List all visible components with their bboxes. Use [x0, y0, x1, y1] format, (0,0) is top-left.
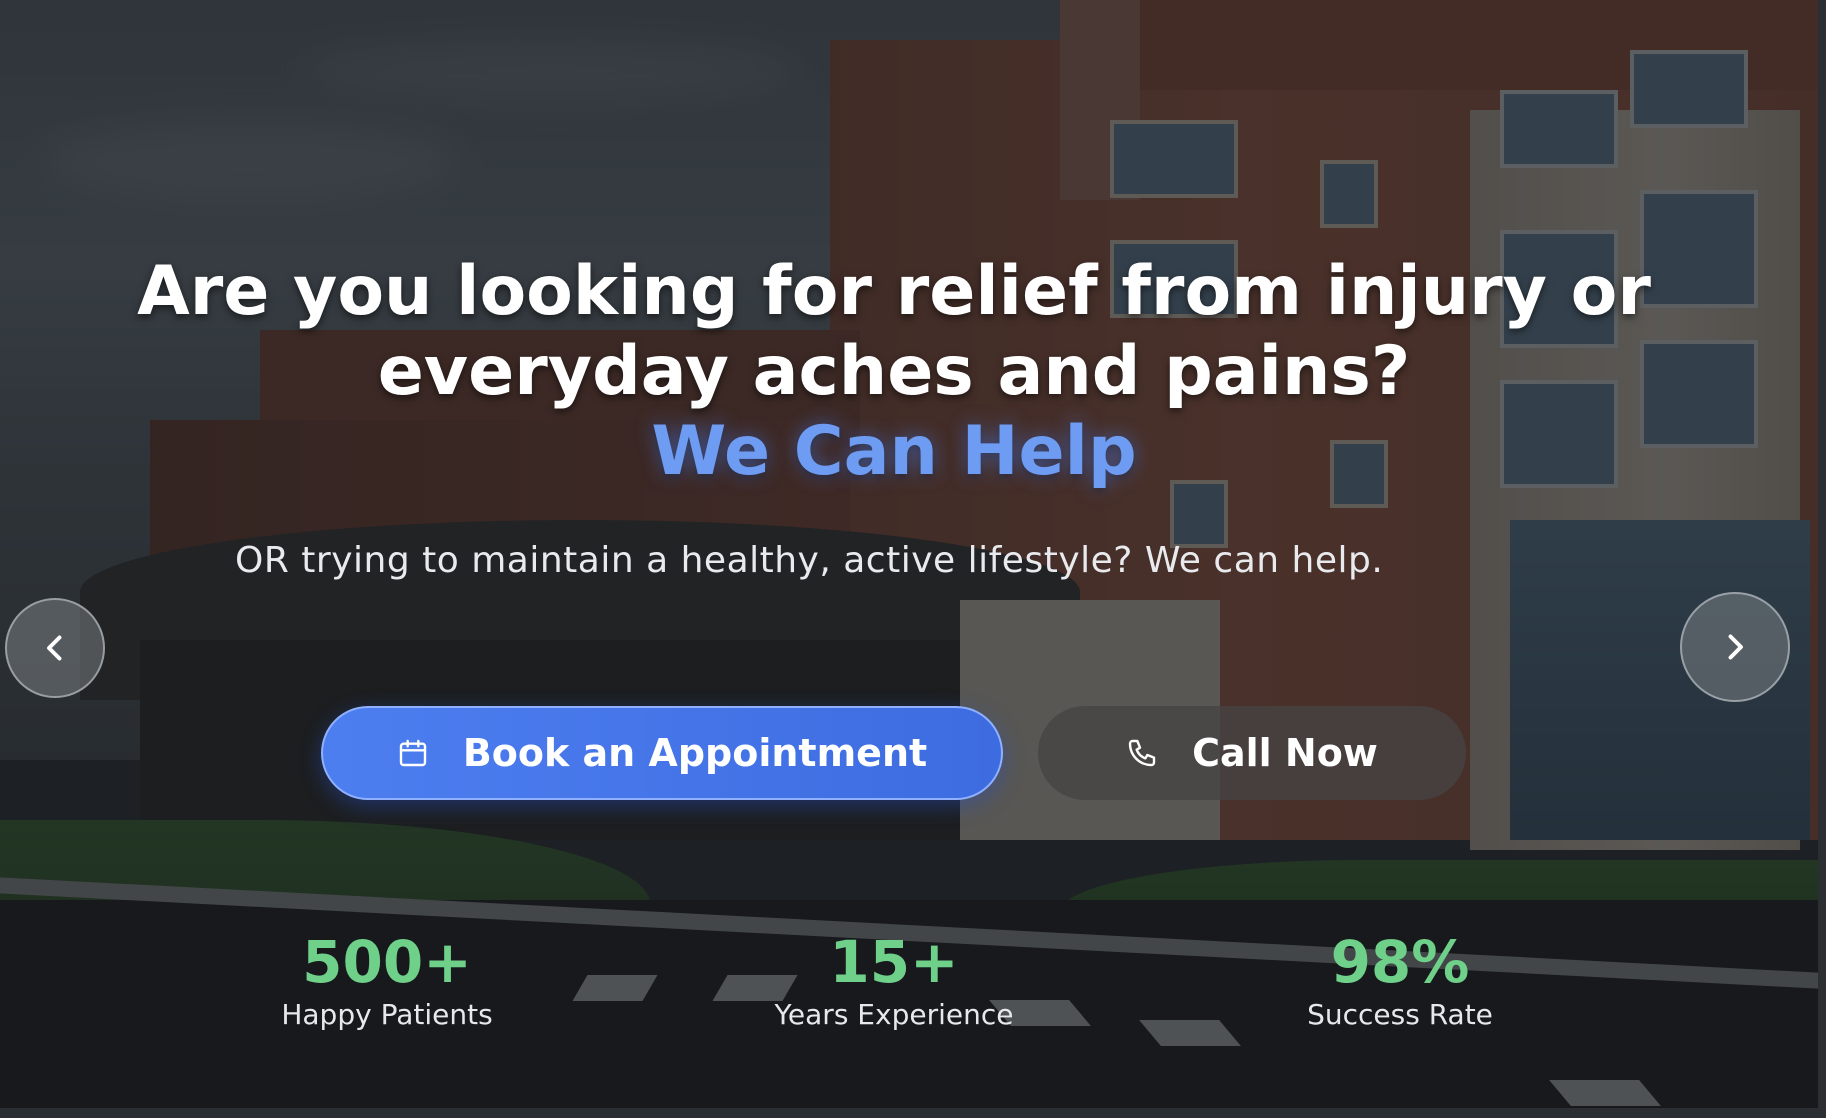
hero-section: Are you looking for relief from injury o… — [0, 0, 1818, 1108]
stat-success-rate: 98% Success Rate — [1220, 930, 1580, 1034]
stat-value: 98% — [1330, 928, 1470, 996]
book-appointment-label: Book an Appointment — [462, 731, 928, 775]
chevron-right-icon — [1717, 629, 1753, 665]
headline-line-1: Are you looking for relief from injury o… — [137, 252, 1651, 331]
stat-years-experience: 15+ Years Experience — [714, 930, 1074, 1034]
hero-subtext: OR trying to maintain a healthy, active … — [235, 540, 1384, 581]
stat-label: Success Rate — [1307, 998, 1493, 1031]
stat-label: Happy Patients — [281, 998, 493, 1031]
carousel-next-button[interactable] — [1680, 592, 1790, 702]
chevron-left-icon — [37, 630, 73, 666]
hero-headline: Are you looking for relief from injury o… — [0, 252, 1788, 492]
stat-label: Years Experience — [774, 998, 1014, 1031]
carousel-prev-button[interactable] — [5, 598, 105, 698]
headline-accent: We Can Help — [651, 412, 1137, 491]
call-now-button[interactable]: Call Now — [1038, 706, 1466, 800]
calendar-icon — [397, 737, 429, 769]
headline-line-2: everyday aches and pains? — [377, 332, 1411, 411]
stat-value: 500+ — [302, 928, 472, 996]
book-appointment-button[interactable]: Book an Appointment — [321, 706, 1003, 800]
stat-happy-patients: 500+ Happy Patients — [207, 930, 567, 1034]
phone-icon — [1126, 737, 1158, 769]
stat-value: 15+ — [829, 928, 959, 996]
call-now-label: Call Now — [1192, 731, 1378, 775]
